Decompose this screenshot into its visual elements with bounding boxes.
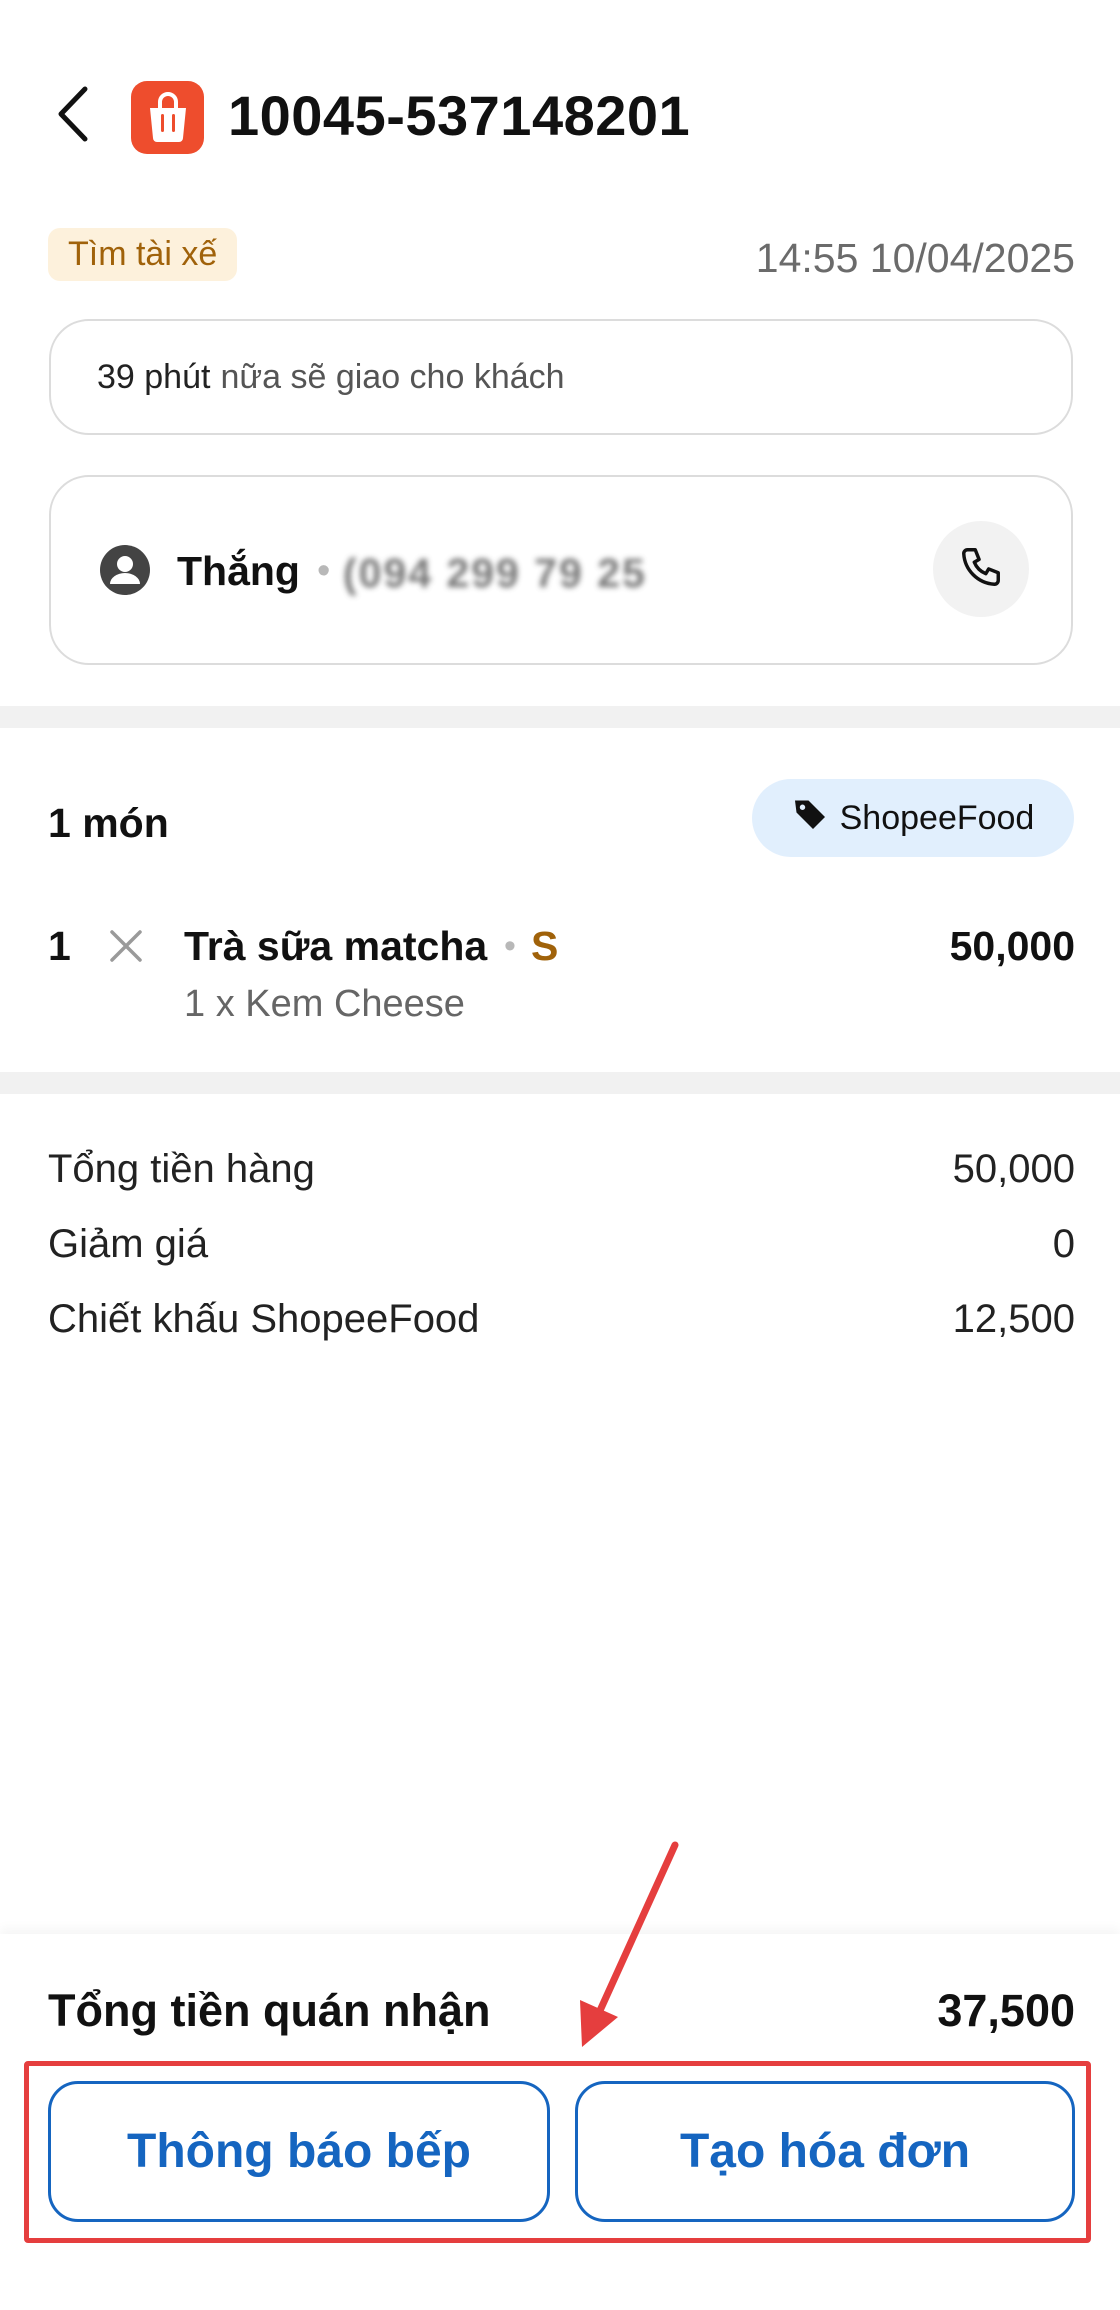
item-topping: 1 x Kem Cheese bbox=[184, 983, 465, 1025]
tag-icon bbox=[792, 796, 828, 841]
summary-value: 0 bbox=[1052, 1222, 1075, 1266]
notify-kitchen-button[interactable]: Thông báo bếp bbox=[48, 2081, 550, 2222]
summary-label: Tổng tiền hàng bbox=[48, 1147, 315, 1191]
eta-box: 39 phút nữa sẽ giao cho khách bbox=[49, 319, 1073, 435]
back-button[interactable] bbox=[44, 84, 100, 148]
person-icon bbox=[99, 544, 151, 596]
items-count: 1 món bbox=[48, 800, 169, 846]
item-size: S bbox=[531, 923, 559, 969]
close-icon bbox=[106, 922, 146, 970]
summary-label: Chiết khấu ShopeeFood bbox=[48, 1297, 480, 1341]
source-tag: ShopeeFood bbox=[752, 779, 1074, 857]
eta-text: nữa sẽ giao cho khách bbox=[220, 357, 565, 396]
source-label: ShopeeFood bbox=[839, 798, 1035, 837]
shopeefood-logo-icon bbox=[131, 81, 204, 154]
item-name: Trà sữa matcha bbox=[184, 923, 488, 969]
summary-label: Giảm giá bbox=[48, 1222, 209, 1266]
chevron-left-icon bbox=[55, 85, 89, 148]
customer-name: Thắng bbox=[177, 548, 300, 594]
total-value: 37,500 bbox=[937, 1985, 1075, 2036]
status-badge: Tìm tài xế bbox=[48, 228, 238, 281]
summary-value: 50,000 bbox=[952, 1147, 1075, 1191]
order-timestamp: 14:55 10/04/2025 bbox=[755, 235, 1075, 281]
section-divider bbox=[0, 1072, 1120, 1094]
phone-icon bbox=[958, 544, 1004, 595]
customer-card: Thắng • (094 299 79 25 bbox=[49, 475, 1073, 665]
item-quantity: 1 bbox=[48, 923, 71, 969]
annotation-arrow-icon bbox=[580, 1841, 679, 2047]
customer-phone: (094 299 79 25 bbox=[343, 550, 647, 596]
total-label: Tổng tiền quán nhận bbox=[48, 1985, 491, 2036]
separator-dot: • bbox=[504, 927, 516, 965]
create-invoice-button[interactable]: Tạo hóa đơn bbox=[575, 2081, 1075, 2222]
eta-minutes: 39 phút bbox=[97, 357, 211, 396]
section-divider bbox=[0, 706, 1120, 728]
call-button[interactable] bbox=[933, 521, 1029, 617]
separator-dot: • bbox=[317, 550, 331, 592]
item-price: 50,000 bbox=[949, 923, 1075, 969]
summary-value: 12,500 bbox=[952, 1297, 1075, 1341]
order-id: 10045-537148201 bbox=[228, 84, 691, 147]
